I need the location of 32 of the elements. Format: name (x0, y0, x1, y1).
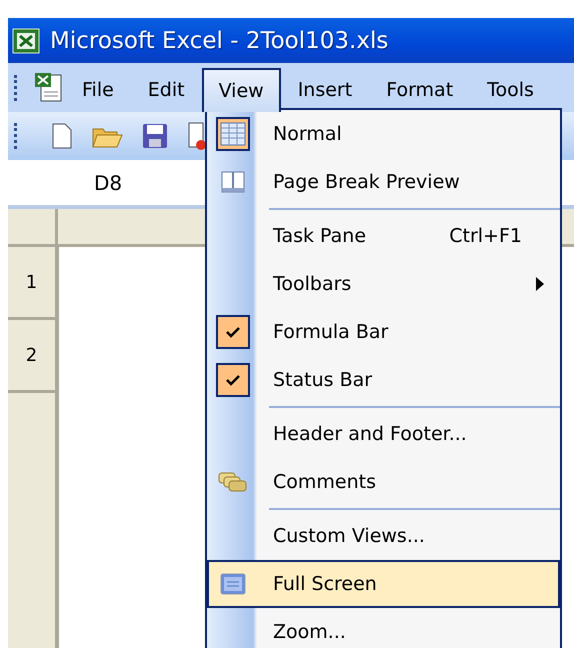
menu-item[interactable]: View (202, 68, 281, 112)
checkmark-icon (226, 326, 240, 338)
row-number[interactable]: 1 (26, 272, 38, 292)
menu-item[interactable]: Format (369, 68, 470, 112)
name-box[interactable]: D8 (8, 170, 208, 194)
menu-entry[interactable]: Toolbars (207, 260, 560, 308)
menu-entry[interactable]: Formula Bar (207, 308, 560, 356)
menu-entry[interactable]: Page Break Preview (207, 158, 560, 206)
row-number[interactable]: 2 (26, 344, 38, 366)
menu-entry[interactable]: Zoom... (207, 608, 560, 648)
document-icon[interactable] (187, 121, 205, 151)
pages-icon (221, 171, 245, 193)
menu-entry[interactable]: Header and Footer... (207, 410, 560, 458)
menu-item[interactable]: Edit (130, 68, 202, 112)
spreadsheet-app-icon (12, 28, 40, 54)
checkmark-icon (226, 374, 240, 386)
menu-entry[interactable]: Full Screen (207, 560, 560, 608)
window-title: Microsoft Excel - 2Tool103.xls (50, 28, 388, 54)
menu-item[interactable]: File (65, 68, 131, 112)
comments-icon (218, 471, 248, 493)
new-document-icon[interactable] (51, 122, 73, 150)
menu-item[interactable]: Tools (470, 68, 551, 112)
menu-item[interactable]: Insert (280, 68, 370, 112)
grid-icon (220, 122, 246, 146)
menu-entry[interactable]: Comments (207, 458, 560, 506)
menu-entry[interactable]: Custom Views... (207, 512, 560, 560)
submenu-arrow-icon (536, 277, 544, 291)
menu-entry[interactable]: Normal (207, 110, 560, 158)
menu-entry[interactable]: Task Pane Ctrl+F1 (207, 212, 560, 260)
save-icon[interactable] (141, 122, 169, 150)
menu-entry[interactable]: Status Bar (207, 356, 560, 404)
screen-icon (220, 573, 246, 595)
